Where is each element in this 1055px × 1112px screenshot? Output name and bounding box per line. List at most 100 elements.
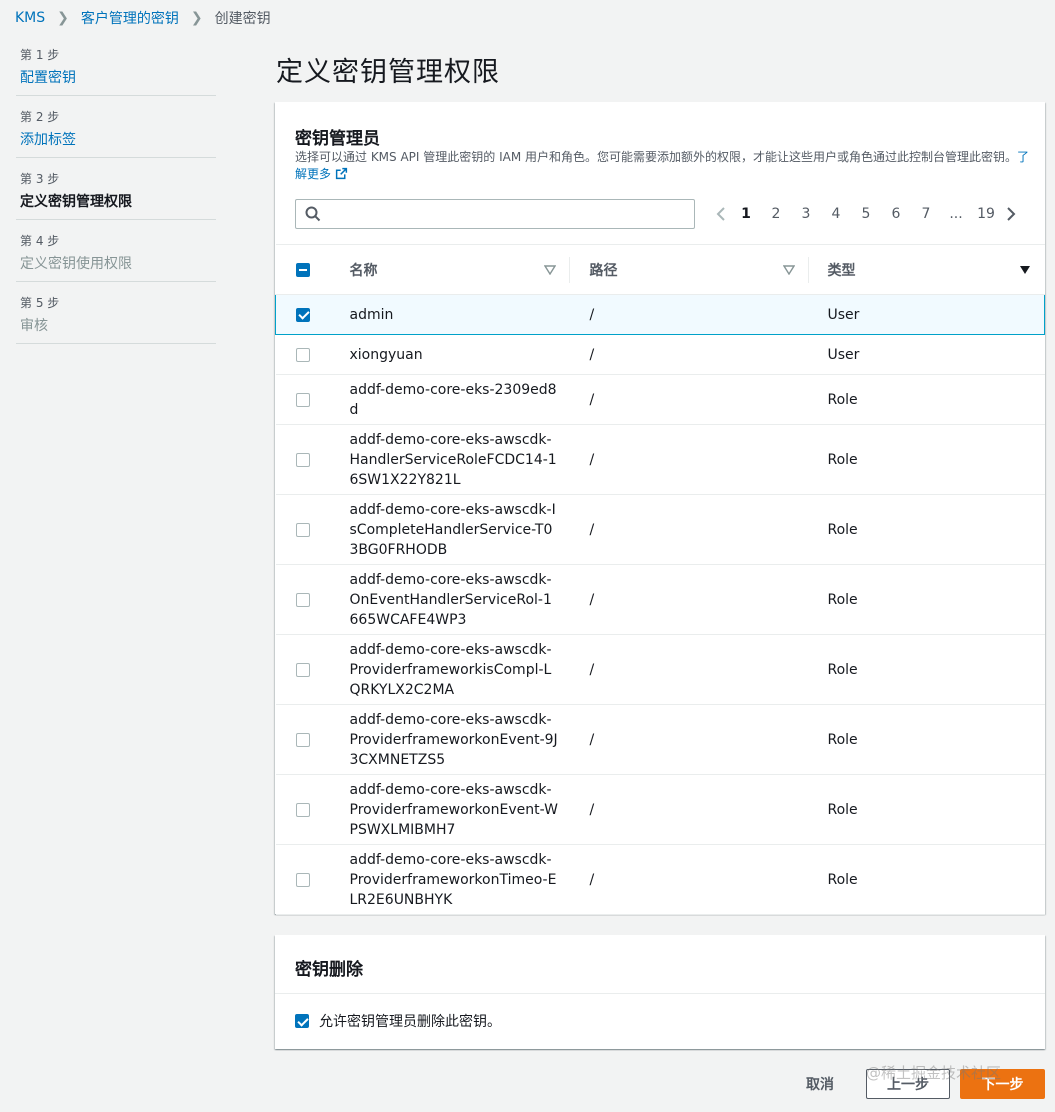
breadcrumb-create-key: 创建密钥 <box>214 11 271 27</box>
breadcrumb-customer-keys[interactable]: 客户管理的密钥 <box>81 8 179 28</box>
row-name: addf-demo-core-eks-awscdk-IsCompleteHand… <box>331 494 570 565</box>
sort-descending-icon <box>1019 265 1030 274</box>
step-link-configure-key[interactable]: 配置密钥 <box>20 68 212 88</box>
column-name-label: 名称 <box>349 262 378 279</box>
column-header-name[interactable]: 名称 <box>331 244 570 295</box>
table-row[interactable]: addf-demo-core-eks-awscdk-Providerframew… <box>275 704 1045 775</box>
row-checkbox[interactable] <box>295 662 310 677</box>
step-current-admin-permissions: 定义密钥管理权限 <box>20 194 132 210</box>
table-row[interactable]: addf-demo-core-eks-awscdk-IsCompleteHand… <box>275 494 1045 565</box>
row-type: Role <box>808 774 1045 845</box>
wizard-actions: 取消 上一步 下一步 <box>790 1069 1045 1099</box>
row-name: addf-demo-core-eks-awscdk-Providerframew… <box>331 634 570 705</box>
table-header-row: 名称 路径 类型 <box>275 244 1045 295</box>
cancel-button[interactable]: 取消 <box>790 1074 850 1094</box>
page-1[interactable]: 1 <box>731 206 761 222</box>
sort-icon <box>782 264 795 275</box>
row-type: Role <box>808 704 1045 775</box>
next-button[interactable]: 下一步 <box>960 1069 1045 1099</box>
table-row[interactable]: addf-demo-core-eks-awscdk-Providerframew… <box>275 844 1045 915</box>
chevron-left-icon <box>716 207 725 221</box>
pagination: 1 2 3 4 5 6 7 ... 19 <box>711 201 1021 227</box>
row-checkbox[interactable] <box>295 872 310 887</box>
row-checkbox[interactable] <box>296 307 310 322</box>
panel-description: 选择可以通过 KMS API 管理此密钥的 IAM 用户和角色。您可能需要添加额… <box>295 149 1030 183</box>
row-type: Role <box>808 374 1045 425</box>
page-19[interactable]: 19 <box>971 206 1001 222</box>
row-path: / <box>569 374 809 425</box>
row-type: Role <box>808 844 1045 915</box>
key-administrators-panel: 密钥管理员 选择可以通过 KMS API 管理此密钥的 IAM 用户和角色。您可… <box>275 102 1045 915</box>
table-row[interactable]: addf-demo-core-eks-awscdk-Providerframew… <box>275 774 1045 845</box>
previous-button[interactable]: 上一步 <box>866 1069 950 1099</box>
select-all-checkbox[interactable] <box>295 262 310 277</box>
row-name: addf-demo-core-eks-awscdk-Providerframew… <box>331 774 570 845</box>
page-7[interactable]: 7 <box>911 206 941 222</box>
row-type: Role <box>808 494 1045 565</box>
row-checkbox[interactable] <box>295 347 310 362</box>
table-row[interactable]: addf-demo-core-eks-awscdk-HandlerService… <box>275 424 1045 495</box>
wizard-step-2: 第 2 步 添加标签 <box>16 106 216 158</box>
row-name: addf-demo-core-eks-awscdk-Providerframew… <box>331 844 570 915</box>
chevron-right-icon: ❯ <box>57 10 69 26</box>
table-row[interactable]: addf-demo-core-eks-2309ed8d / Role <box>275 374 1045 425</box>
row-path: / <box>569 334 809 375</box>
row-path: / <box>569 844 809 915</box>
row-path: / <box>569 294 809 335</box>
table-row[interactable]: admin / User <box>275 294 1045 335</box>
column-type-label: 类型 <box>827 262 856 279</box>
row-name: addf-demo-core-eks-awscdk-HandlerService… <box>331 424 570 495</box>
wizard-step-5: 第 5 步 审核 <box>16 292 216 344</box>
step-number: 第 3 步 <box>20 172 60 186</box>
row-name: addf-demo-core-eks-awscdk-Providerframew… <box>331 704 570 775</box>
pagination-prev[interactable] <box>711 206 731 222</box>
wizard-step-1: 第 1 步 配置密钥 <box>16 44 216 96</box>
allow-deletion-option[interactable]: 允许密钥管理员删除此密钥。 <box>295 1011 501 1031</box>
row-type: User <box>808 294 1045 335</box>
row-checkbox[interactable] <box>295 452 310 467</box>
page-3[interactable]: 3 <box>791 206 821 222</box>
chevron-right-icon: ❯ <box>190 10 203 26</box>
row-name: xiongyuan <box>331 334 570 375</box>
row-type: User <box>808 334 1045 375</box>
row-type: Role <box>808 634 1045 705</box>
table-row[interactable]: addf-demo-core-eks-awscdk-OnEventHandler… <box>275 564 1045 635</box>
search-input[interactable] <box>295 199 695 229</box>
allow-deletion-checkbox[interactable] <box>295 1014 309 1028</box>
column-header-type[interactable]: 类型 <box>808 244 1045 295</box>
row-type: Role <box>808 564 1045 635</box>
table-row[interactable]: xiongyuan / User <box>275 334 1045 375</box>
row-name: admin <box>331 294 570 335</box>
page-6[interactable]: 6 <box>881 206 911 222</box>
step-link-add-tags[interactable]: 添加标签 <box>20 130 212 150</box>
panel-title: 密钥删除 <box>295 960 363 980</box>
page-4[interactable]: 4 <box>821 206 851 222</box>
row-path: / <box>569 704 809 775</box>
panel-title: 密钥管理员 <box>295 129 380 149</box>
wizard-steps: 第 1 步 配置密钥 第 2 步 添加标签 第 3 步 定义密钥管理权限 第 4… <box>16 44 216 354</box>
step-usage-permissions: 定义密钥使用权限 <box>20 256 132 272</box>
allow-deletion-label: 允许密钥管理员删除此密钥。 <box>319 1014 501 1030</box>
breadcrumb: KMS ❯ 客户管理的密钥 ❯ 创建密钥 <box>15 8 271 28</box>
page-2[interactable]: 2 <box>761 206 791 222</box>
row-name: addf-demo-core-eks-awscdk-OnEventHandler… <box>331 564 570 635</box>
row-checkbox[interactable] <box>295 392 310 407</box>
row-checkbox[interactable] <box>295 522 310 537</box>
page-5[interactable]: 5 <box>851 206 881 222</box>
row-type: Role <box>808 424 1045 495</box>
pagination-next[interactable] <box>1001 206 1021 222</box>
row-checkbox[interactable] <box>295 732 310 747</box>
search-icon <box>305 206 321 222</box>
row-name: addf-demo-core-eks-2309ed8d <box>331 374 570 425</box>
step-number: 第 5 步 <box>20 296 60 310</box>
column-path-label: 路径 <box>589 262 618 279</box>
row-path: / <box>569 774 809 845</box>
column-header-path[interactable]: 路径 <box>569 244 809 295</box>
breadcrumb-kms[interactable]: KMS <box>15 10 45 26</box>
row-path: / <box>569 564 809 635</box>
wizard-step-4: 第 4 步 定义密钥使用权限 <box>16 230 216 282</box>
row-checkbox[interactable] <box>295 802 310 817</box>
sort-icon <box>543 264 556 275</box>
table-row[interactable]: addf-demo-core-eks-awscdk-Providerframew… <box>275 634 1045 705</box>
row-checkbox[interactable] <box>295 592 310 607</box>
